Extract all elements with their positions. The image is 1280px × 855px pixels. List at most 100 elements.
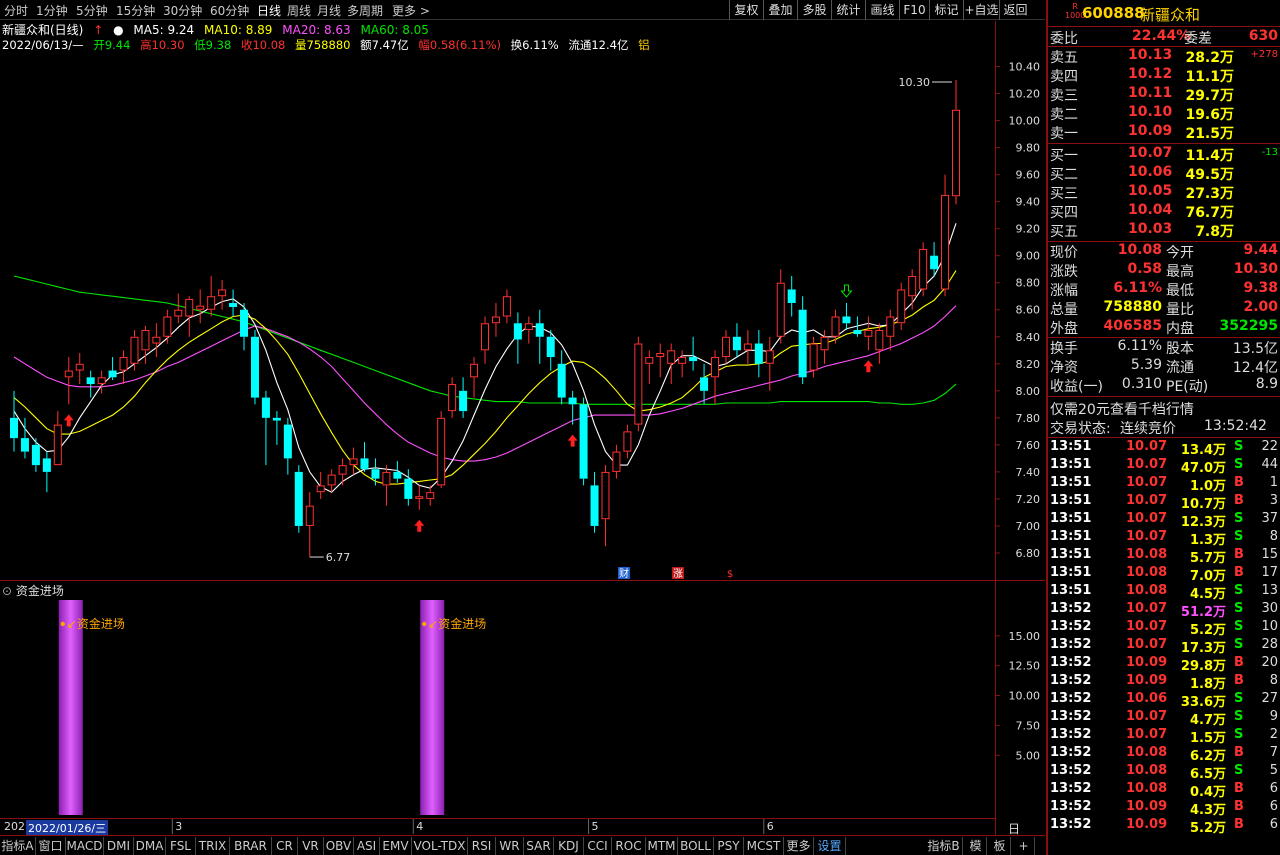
candle[interactable] (623, 424, 632, 459)
candle[interactable] (952, 80, 960, 205)
candle[interactable] (513, 312, 522, 364)
fund-bar[interactable] (58, 600, 83, 815)
candle[interactable] (765, 336, 774, 391)
candle[interactable] (721, 330, 730, 364)
indicator-tab[interactable]: TRIX (196, 837, 230, 855)
indicator-tab[interactable]: BOLL (678, 837, 714, 855)
candle[interactable] (349, 447, 358, 475)
indicator-tab[interactable]: EMV (380, 837, 412, 855)
indicator-tab-right[interactable]: 指标B (925, 837, 963, 855)
candle[interactable] (524, 316, 533, 344)
candle[interactable] (305, 492, 314, 558)
indicator-tab-right[interactable]: 模 (965, 837, 987, 855)
candle[interactable] (941, 174, 950, 297)
indicator-tab[interactable]: MCST (744, 837, 784, 855)
indicator-tab[interactable]: MTM (646, 837, 678, 855)
bid-row[interactable]: 买四 10.04 76.7万 (1048, 202, 1280, 221)
kline-chart[interactable]: 10.40 10.20 10.00 9.80 9.60 9.40 9.20 9.00 8.80 8… (0, 0, 1045, 835)
indicator-tab[interactable]: CCI (584, 837, 612, 855)
candle[interactable] (842, 302, 851, 331)
indicator-tab[interactable]: PSY (714, 837, 744, 855)
bid-row[interactable]: 买五 10.03 7.8万 (1048, 221, 1280, 240)
indicator-tab[interactable]: 更多 (784, 837, 814, 855)
candle[interactable] (229, 289, 238, 317)
candle[interactable] (240, 302, 249, 351)
indicator-tab[interactable]: RSI (468, 837, 496, 855)
candle[interactable] (152, 323, 161, 358)
candle[interactable] (207, 275, 216, 317)
indicator-tab[interactable]: BRAR (230, 837, 272, 855)
candle[interactable] (743, 330, 752, 364)
event-marker[interactable]: $ (727, 569, 733, 580)
candle[interactable] (250, 330, 259, 405)
candle[interactable] (42, 451, 51, 493)
candle[interactable] (557, 350, 566, 405)
candle[interactable] (218, 280, 227, 310)
bid-row[interactable]: 买一 10.07 11.4万 -13 (1048, 145, 1280, 164)
candle[interactable] (645, 350, 654, 385)
ask-row[interactable]: 卖五 10.13 28.2万 +278 (1048, 47, 1280, 66)
candle[interactable] (163, 309, 172, 344)
candle[interactable] (119, 350, 128, 385)
candle[interactable] (426, 485, 435, 506)
candle[interactable] (404, 469, 413, 506)
candle[interactable] (371, 458, 380, 486)
ask-row[interactable]: 卖一 10.09 21.5万 (1048, 123, 1280, 142)
candle[interactable] (53, 411, 62, 466)
candle[interactable] (75, 352, 84, 385)
candle[interactable] (590, 471, 599, 533)
candle[interactable] (174, 293, 183, 324)
candle[interactable] (130, 330, 139, 371)
indicator-tab-right[interactable]: + (1013, 837, 1035, 855)
candle[interactable] (886, 309, 895, 351)
indicator-tab[interactable]: 窗口 (36, 837, 66, 855)
bid-row[interactable]: 买三 10.05 27.3万 (1048, 183, 1280, 202)
candle[interactable] (491, 302, 500, 337)
ask-row[interactable]: 卖四 10.12 11.1万 (1048, 66, 1280, 85)
candle[interactable] (919, 242, 928, 297)
candle[interactable] (327, 469, 336, 493)
candle[interactable] (481, 316, 489, 364)
candle[interactable] (393, 461, 402, 483)
indicator-tab[interactable]: DMA (134, 837, 166, 855)
promo-row[interactable]: 仅需20元查看千档行情 (1048, 399, 1280, 418)
candle[interactable] (415, 485, 424, 510)
candle[interactable] (360, 442, 369, 472)
candle[interactable] (196, 289, 205, 324)
candle[interactable] (689, 336, 698, 371)
candle[interactable] (798, 296, 807, 385)
event-marker[interactable]: 涨 (673, 568, 683, 580)
candle[interactable] (382, 465, 391, 506)
indicator-tab[interactable]: SAR (524, 837, 554, 855)
candle[interactable] (908, 269, 917, 310)
panel-collapse-icon[interactable]: ⊙ (2, 584, 12, 598)
candle[interactable] (711, 350, 720, 405)
indicator-tab[interactable]: VOL-TDX (412, 837, 468, 855)
candle[interactable] (31, 438, 40, 472)
bid-row[interactable]: 买二 10.06 49.5万 (1048, 164, 1280, 183)
candle[interactable] (787, 275, 796, 317)
candle[interactable] (601, 465, 610, 547)
indicator-tab[interactable]: ASI (354, 837, 380, 855)
candle[interactable] (776, 269, 785, 344)
candle[interactable] (448, 377, 457, 418)
event-marker[interactable]: 财 (619, 567, 629, 580)
candle[interactable] (864, 316, 873, 351)
candle[interactable] (437, 411, 446, 489)
candle[interactable] (459, 377, 468, 418)
candle[interactable] (338, 458, 347, 486)
candle[interactable] (97, 370, 106, 394)
indicator-tab[interactable]: OBV (324, 837, 354, 855)
indicator-tab[interactable]: FSL (166, 837, 196, 855)
candle[interactable] (86, 370, 95, 398)
candle[interactable] (283, 417, 292, 475)
candle[interactable] (700, 363, 709, 405)
candle[interactable] (108, 357, 117, 381)
candle[interactable] (272, 411, 281, 445)
indicator-tab[interactable]: MACD (66, 837, 104, 855)
indicator-tab[interactable]: WR (496, 837, 524, 855)
candle[interactable] (732, 323, 741, 358)
candle[interactable] (261, 390, 270, 466)
candle[interactable] (656, 343, 665, 378)
indicator-tab[interactable]: CR (272, 837, 298, 855)
